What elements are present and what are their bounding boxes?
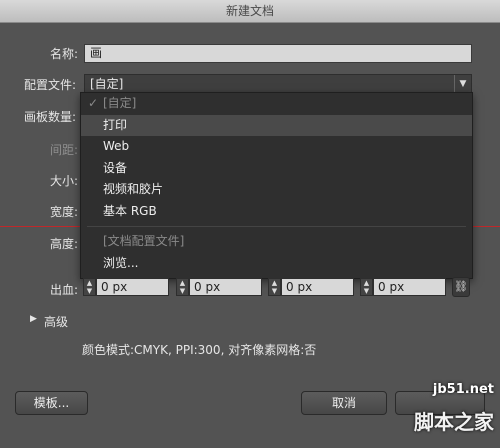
menu-item-video-film[interactable]: 视频和胶片 (81, 179, 472, 201)
stepper-icon[interactable]: ▲ ▼ (83, 278, 96, 296)
templates-button[interactable]: 模板... (15, 391, 88, 415)
bleed-label: 出血: (50, 283, 79, 297)
checkmark-icon: ✓ (88, 96, 99, 110)
name-input[interactable]: 画 (84, 44, 472, 63)
menu-item-custom: ✓ [自定] (81, 93, 472, 115)
bleed-right-input[interactable]: 0 px (373, 278, 446, 296)
stepper-icon[interactable]: ▲ ▼ (360, 278, 373, 296)
menu-item-browse[interactable]: 浏览... (81, 253, 472, 275)
link-icon[interactable]: ⛓ (452, 277, 470, 297)
profile-dropdown-menu: ✓ [自定] 打印 Web 设备 视频和胶片 基本 RGB [文档配置文件] 浏… (80, 92, 473, 279)
spacing-label: 间距: (50, 143, 79, 157)
advanced-toggle[interactable]: 高级 (44, 313, 68, 330)
width-label: 宽度: (50, 205, 79, 219)
menu-item-print[interactable]: 打印 (81, 114, 472, 136)
cancel-button[interactable]: 取消 (301, 391, 387, 415)
site-watermark: jb51.net 脚本之家 (414, 382, 494, 434)
bleed-bottom-input[interactable]: 0 px (189, 278, 262, 296)
height-label: 高度: (50, 237, 79, 251)
menu-item-document-profiles: [文档配置文件] (103, 234, 185, 248)
chevron-down-icon[interactable]: ▼ (454, 75, 471, 93)
menu-item-basic-rgb[interactable]: 基本 RGB (81, 201, 472, 223)
menu-separator (87, 226, 466, 227)
menu-item-devices[interactable]: 设备 (81, 158, 472, 180)
disclosure-triangle-icon[interactable]: ▶ (30, 314, 37, 324)
name-label: 名称: (50, 47, 79, 61)
window-title: 新建文档 (225, 4, 274, 18)
profile-select[interactable]: [自定] ▼ (84, 74, 472, 94)
bleed-top-input[interactable]: 0 px (96, 278, 169, 296)
profile-label: 配置文件: (24, 78, 77, 92)
stepper-icon[interactable]: ▲ ▼ (268, 278, 281, 296)
settings-summary: 颜色模式:CMYK, PPI:300, 对齐像素网格:否 (82, 343, 317, 357)
size-label: 大小: (50, 174, 79, 188)
window-title-bar: 新建文档 (0, 0, 500, 23)
bleed-left-input[interactable]: 0 px (281, 278, 354, 296)
menu-item-web[interactable]: Web (81, 136, 472, 158)
profile-select-value: [自定] (90, 77, 124, 91)
stepper-icon[interactable]: ▲ ▼ (176, 278, 189, 296)
artboards-label: 画板数量: (24, 110, 77, 124)
